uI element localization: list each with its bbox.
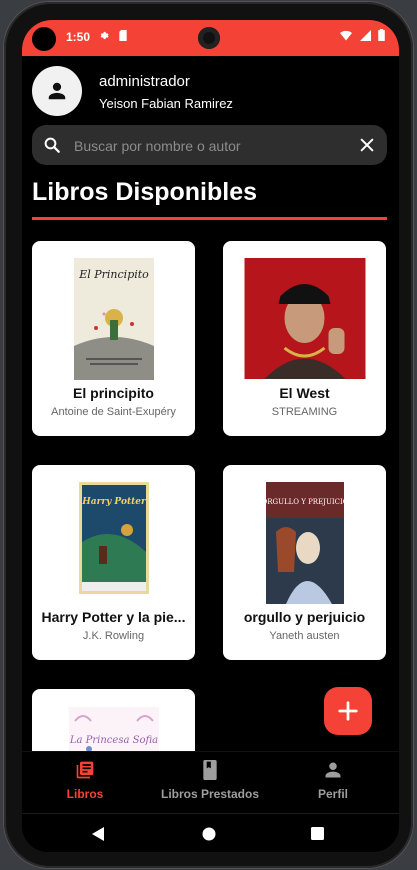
wifi-icon: [340, 30, 353, 41]
recents-icon[interactable]: [311, 827, 324, 840]
signal-icon: [359, 30, 371, 41]
book-cover-image: ORGULLO Y PREJUICIO: [265, 482, 344, 604]
camera-cutout-icon: [198, 27, 220, 49]
nav-item-perfil[interactable]: Perfil: [308, 760, 358, 801]
book-cover-image: Harry Potter: [78, 482, 149, 594]
close-icon[interactable]: [359, 137, 375, 153]
book-card[interactable]: El West STREAMING: [223, 241, 386, 436]
book-icon: [203, 760, 217, 780]
book-author: Antoine de Saint-Exupéry: [51, 406, 176, 418]
nav-label: Libros Prestados: [160, 787, 260, 801]
search-input[interactable]: [72, 133, 346, 159]
add-book-button[interactable]: [324, 687, 372, 735]
search-icon: [44, 137, 60, 153]
book-cover-image: [244, 258, 365, 379]
book-card[interactable]: Harry Potter Harry Potter y la pie... J.…: [32, 465, 195, 660]
front-camera-icon: [32, 27, 56, 51]
book-author: Yaneth austen: [269, 630, 340, 642]
nav-label: Perfil: [317, 787, 348, 801]
title-divider: [32, 217, 387, 220]
search-bar: [32, 125, 387, 165]
sd-card-icon: [119, 30, 128, 41]
page-title: Libros Disponibles: [32, 178, 258, 206]
book-author: J.K. Rowling: [82, 630, 145, 642]
status-time: 1:50: [66, 30, 91, 44]
books-icon: [76, 761, 94, 779]
book-title: Harry Potter y la pie...: [41, 609, 186, 625]
nav-item-libros-prestados[interactable]: Libros Prestados: [150, 760, 270, 801]
status-notification-icons: [98, 29, 128, 43]
cover-title-text: Harry Potter: [81, 497, 147, 507]
person-icon: [48, 82, 66, 100]
user-header: administrador Yeison Fabian Ramirez: [32, 66, 392, 120]
app-screen: 1:50 administrador Yeison Fabian Ramirez: [22, 20, 399, 852]
book-title: El principito: [73, 385, 154, 401]
book-title: El West: [279, 385, 330, 401]
book-author: STREAMING: [271, 406, 338, 418]
cover-title-text: El Principito: [78, 268, 149, 281]
status-bar: 1:50: [22, 20, 399, 56]
back-icon[interactable]: [92, 827, 106, 841]
battery-icon: [378, 29, 385, 41]
user-name: Yeison Fabian Ramirez: [99, 96, 233, 111]
plus-icon: [338, 701, 358, 721]
bottom-navigation: Libros Libros Prestados Perfil: [22, 751, 399, 821]
home-icon[interactable]: [202, 827, 216, 841]
phone-frame: 1:50 administrador Yeison Fabian Ramirez: [4, 2, 413, 868]
book-card[interactable]: El Principito El principito Antoine de S…: [32, 241, 195, 436]
book-cover-image: El Principito: [73, 258, 154, 380]
user-role: administrador: [99, 73, 190, 90]
cover-title-text: La Princesa Sofia: [69, 735, 158, 746]
book-title: orgullo y perjuicio: [243, 609, 366, 625]
nav-item-libros[interactable]: Libros: [52, 760, 118, 821]
book-card[interactable]: ORGULLO Y PREJUICIO orgullo y perjuicio …: [223, 465, 386, 660]
cover-title-text: ORGULLO Y PREJUICIO: [266, 498, 344, 506]
avatar[interactable]: [32, 66, 82, 116]
gear-icon: [100, 31, 109, 40]
nav-label: Libros: [66, 787, 104, 801]
person-icon: [325, 762, 341, 778]
system-navigation-bar: [22, 813, 399, 852]
status-system-icons: [340, 29, 385, 44]
